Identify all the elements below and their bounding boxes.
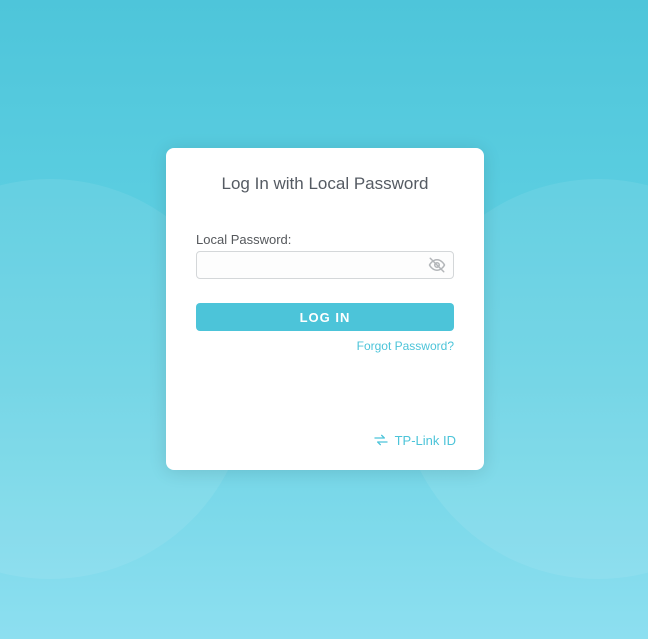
login-button[interactable]: LOG IN	[196, 303, 454, 331]
forgot-password-link[interactable]: Forgot Password?	[196, 339, 454, 353]
password-input[interactable]	[196, 251, 454, 279]
eye-off-icon[interactable]	[428, 256, 446, 274]
login-title: Log In with Local Password	[196, 174, 454, 194]
password-input-wrap	[196, 251, 454, 279]
login-card: Log In with Local Password Local Passwor…	[166, 148, 484, 470]
password-label: Local Password:	[196, 232, 454, 247]
tp-link-id-link[interactable]: TP-Link ID	[373, 432, 456, 448]
swap-icon	[373, 432, 389, 448]
tp-link-id-label: TP-Link ID	[395, 433, 456, 448]
